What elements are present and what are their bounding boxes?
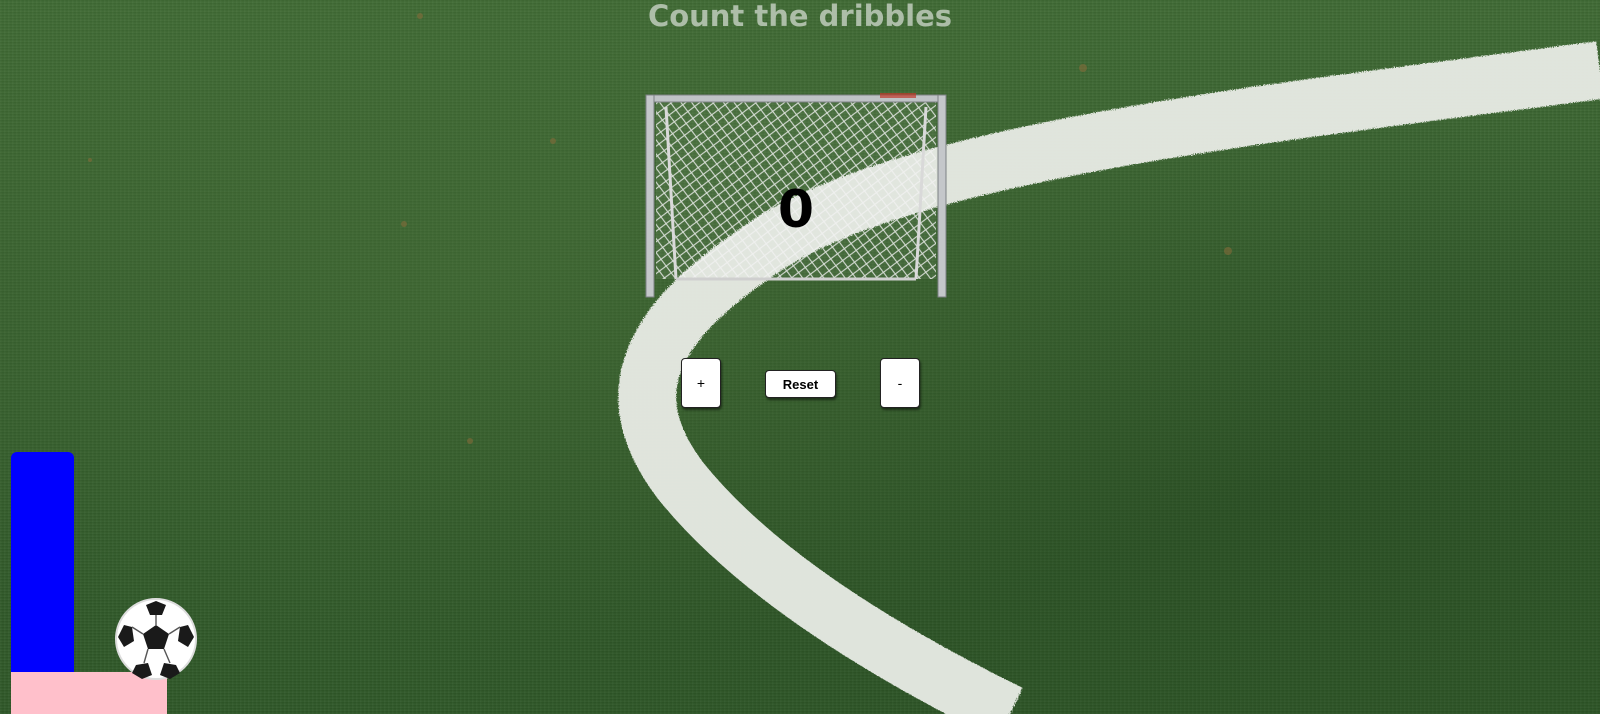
player-leg (11, 452, 74, 675)
decrement-button[interactable]: - (880, 358, 920, 408)
increment-button[interactable]: + (681, 358, 721, 408)
reset-button[interactable]: Reset (765, 370, 836, 398)
soccer-ball-icon (115, 598, 197, 680)
dribble-counter: 0 (777, 180, 815, 240)
page-title: Count the dribbles (647, 0, 953, 33)
